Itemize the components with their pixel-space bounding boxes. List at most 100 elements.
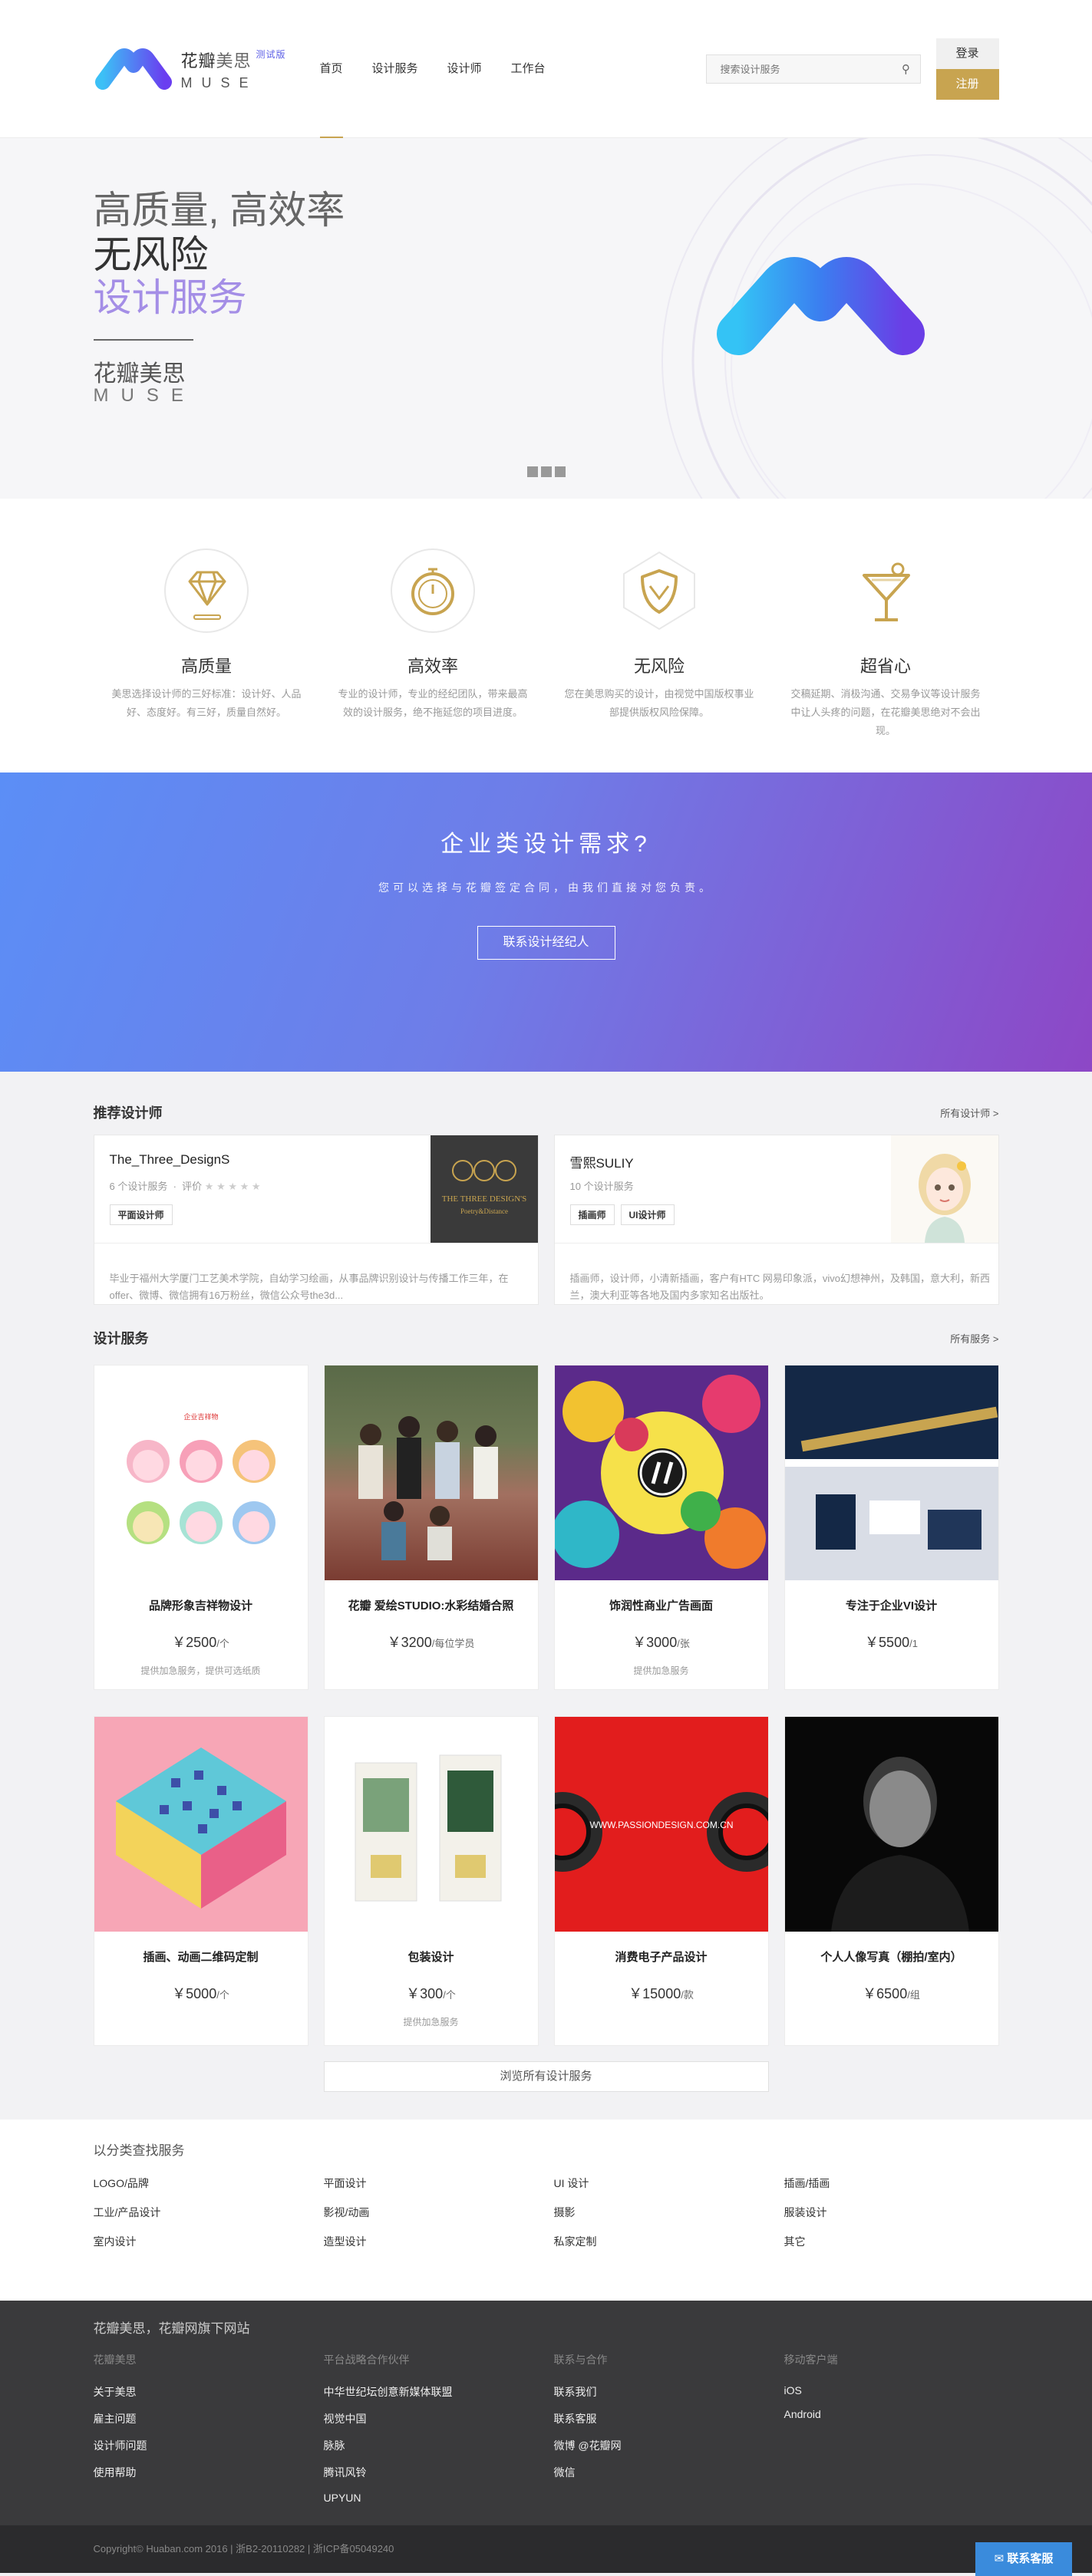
- service-price: ￥300: [406, 1986, 444, 2001]
- designer-card[interactable]: 雪熙SULIY 10 个设计服务 插画师 UI设计师 插画师，设计师，小清新插画…: [553, 1135, 999, 1305]
- service-title[interactable]: 花瓣 爱绘STUDIO:水彩结婚合照: [325, 1597, 538, 1613]
- vi-design-thumbnail: [784, 1365, 998, 1580]
- service-price: ￥2500: [172, 1635, 217, 1650]
- service-title[interactable]: 饰润性商业广告画面: [555, 1597, 768, 1613]
- card-divider: [554, 1243, 998, 1244]
- service-title[interactable]: 消费电子产品设计: [555, 1948, 768, 1965]
- footer-link[interactable]: Android: [784, 2408, 1014, 2420]
- login-button[interactable]: 登录: [935, 38, 999, 69]
- footer-link[interactable]: iOS: [784, 2384, 1014, 2396]
- category-link[interactable]: 造型设计: [324, 2234, 554, 2249]
- nav-design-services[interactable]: 设计服务: [372, 0, 418, 138]
- service-card[interactable]: WWW.PASSIONDESIGN.COM.CN 消费电子产品设计 ￥15000…: [553, 1716, 769, 2046]
- copyright-text: Copyright© Huaban.com 2016 | 浙B2-2011028…: [93, 2543, 394, 2555]
- contact-support-button[interactable]: ✉ 联系客服: [975, 2542, 1072, 2576]
- footer-link[interactable]: 视觉中国: [324, 2411, 554, 2426]
- category-link[interactable]: 摄影: [554, 2205, 784, 2220]
- category-link[interactable]: LOGO/品牌: [94, 2176, 324, 2191]
- service-image[interactable]: [324, 1717, 538, 1932]
- footer-link[interactable]: 中华世纪坛创意新媒体联盟: [324, 2384, 554, 2400]
- register-button[interactable]: 注册: [935, 69, 999, 100]
- footer-link[interactable]: 联系客服: [554, 2411, 784, 2426]
- service-card[interactable]: 专注于企业VI设计 ￥5500/1: [784, 1365, 999, 1690]
- footer-link[interactable]: 微博 @花瓣网: [554, 2438, 784, 2453]
- service-image[interactable]: 企业吉祥物: [94, 1365, 308, 1580]
- service-card[interactable]: 个人人像写真（棚拍/室内） ￥6500/组: [784, 1716, 999, 2046]
- service-card[interactable]: 饰润性商业广告画面 ￥3000/张 提供加急服务: [553, 1365, 769, 1690]
- footer-link[interactable]: 雇主问题: [94, 2411, 324, 2426]
- footer-link[interactable]: 微信: [554, 2465, 784, 2480]
- service-title[interactable]: 专注于企业VI设计: [785, 1597, 998, 1613]
- category-link[interactable]: 插画/插画: [784, 2176, 1014, 2191]
- carousel-dot[interactable]: [540, 466, 552, 477]
- cocktail-icon: [862, 562, 910, 621]
- hero-line-1: 高质量, 高效率: [93, 189, 345, 232]
- hero-line-2: 无风险: [93, 233, 209, 276]
- carousel-dots: [526, 466, 566, 477]
- service-unit: /个: [216, 1638, 229, 1649]
- nav-workbench[interactable]: 工作台: [511, 0, 546, 138]
- service-title[interactable]: 品牌形象吉祥物设计: [94, 1597, 308, 1613]
- service-image[interactable]: [784, 1365, 998, 1580]
- search-input[interactable]: [706, 55, 892, 83]
- service-count-label: 个设计服务: [583, 1181, 634, 1192]
- category-link[interactable]: 工业/产品设计: [94, 2205, 324, 2220]
- footer-link[interactable]: UPYUN: [324, 2492, 554, 2504]
- service-card[interactable]: 插画、动画二维码定制 ￥5000/个: [93, 1716, 308, 2046]
- category-link[interactable]: 平面设计: [324, 2176, 554, 2191]
- all-services-link[interactable]: 所有服务 >: [950, 1331, 998, 1346]
- hp-doodle-thumbnail: [554, 1375, 766, 1569]
- service-image[interactable]: [784, 1717, 998, 1932]
- nav-home[interactable]: 首页: [319, 0, 343, 139]
- rating-label: 评价: [182, 1181, 203, 1192]
- footer-link[interactable]: 关于美思: [94, 2384, 324, 2400]
- carousel-dot[interactable]: [526, 466, 538, 477]
- feature-efficiency: 高效率 专业的设计师，专业的经纪团队，带来最高效的设计服务，绝不拖延您的项目进度…: [320, 535, 546, 740]
- service-card[interactable]: 包装设计 ￥300/个 提供加急服务: [323, 1716, 539, 2046]
- designer-tag[interactable]: UI设计师: [620, 1204, 675, 1225]
- nav-designers[interactable]: 设计师: [447, 0, 482, 138]
- category-link[interactable]: 室内设计: [94, 2234, 324, 2249]
- designer-name[interactable]: The_Three_DesignS: [110, 1152, 230, 1168]
- service-image[interactable]: [94, 1717, 308, 1932]
- service-image[interactable]: [554, 1365, 768, 1580]
- designer-name[interactable]: 雪熙SULIY: [570, 1152, 634, 1171]
- main-nav: 首页 设计服务 设计师 工作台: [319, 0, 706, 139]
- designer-tag[interactable]: 插画师: [569, 1204, 615, 1225]
- footer-link[interactable]: 脉脉: [324, 2438, 554, 2453]
- service-image[interactable]: [324, 1365, 538, 1580]
- designer-avatar[interactable]: [890, 1135, 998, 1243]
- hero-brand-en: MUSE: [93, 385, 196, 406]
- category-link[interactable]: 影视/动画: [324, 2205, 554, 2220]
- all-designers-link[interactable]: 所有设计师 >: [940, 1105, 998, 1120]
- footer-col: 联系与合作 联系我们 联系客服 微博 @花瓣网 微信: [554, 2352, 784, 2515]
- designer-card[interactable]: The_Three_DesignS 6 个设计服务 · 评价 ★ ★ ★ ★ ★…: [93, 1135, 539, 1305]
- category-link[interactable]: 私家定制: [554, 2234, 784, 2249]
- service-title[interactable]: 插画、动画二维码定制: [94, 1948, 308, 1965]
- footer-link[interactable]: 联系我们: [554, 2384, 784, 2400]
- designer-avatar[interactable]: THE THREE DESIGN'S Poetry&Distance: [430, 1135, 538, 1243]
- category-link[interactable]: 其它: [784, 2234, 1014, 2249]
- service-card[interactable]: 花瓣 爱绘STUDIO:水彩结婚合照 ￥3200/每位学员: [323, 1365, 539, 1690]
- service-title[interactable]: 包装设计: [325, 1948, 538, 1965]
- service-unit: /个: [443, 1989, 456, 2001]
- search-icon[interactable]: ⚲: [892, 62, 920, 76]
- service-image[interactable]: WWW.PASSIONDESIGN.COM.CN: [554, 1717, 768, 1932]
- features-section: 高质量 美思选择设计师的三好标准：设计好、人品好、态度好。有三好，质量自然好。 …: [0, 499, 1092, 772]
- contact-agent-button[interactable]: 联系设计经纪人: [477, 926, 615, 960]
- shield-icon: [622, 551, 695, 631]
- carousel-dot[interactable]: [554, 466, 566, 477]
- designer-tag[interactable]: 平面设计师: [109, 1204, 173, 1225]
- chat-icon: ✉: [994, 2552, 1005, 2565]
- service-title[interactable]: 个人人像写真（棚拍/室内）: [785, 1948, 998, 1965]
- search-box: ⚲: [705, 54, 921, 84]
- footer-link[interactable]: 使用帮助: [94, 2465, 324, 2480]
- feature-text: 交稿延期、消极沟通、交易争议等设计服务中让人头疼的问题，在花瓣美思绝对不会出现。: [790, 688, 981, 736]
- category-link[interactable]: 服装设计: [784, 2205, 1014, 2220]
- logo[interactable]: 花瓣美思 测试版 MUSE: [94, 48, 320, 91]
- footer-link[interactable]: 设计师问题: [94, 2438, 324, 2453]
- service-card[interactable]: 企业吉祥物 品牌形象吉祥物设计 ￥2500/个 提供加急服务，提供可选纸质: [93, 1365, 308, 1690]
- category-link[interactable]: UI 设计: [554, 2176, 784, 2191]
- footer-link[interactable]: 腾讯风铃: [324, 2465, 554, 2480]
- browse-all-services-button[interactable]: 浏览所有设计服务: [323, 2061, 769, 2092]
